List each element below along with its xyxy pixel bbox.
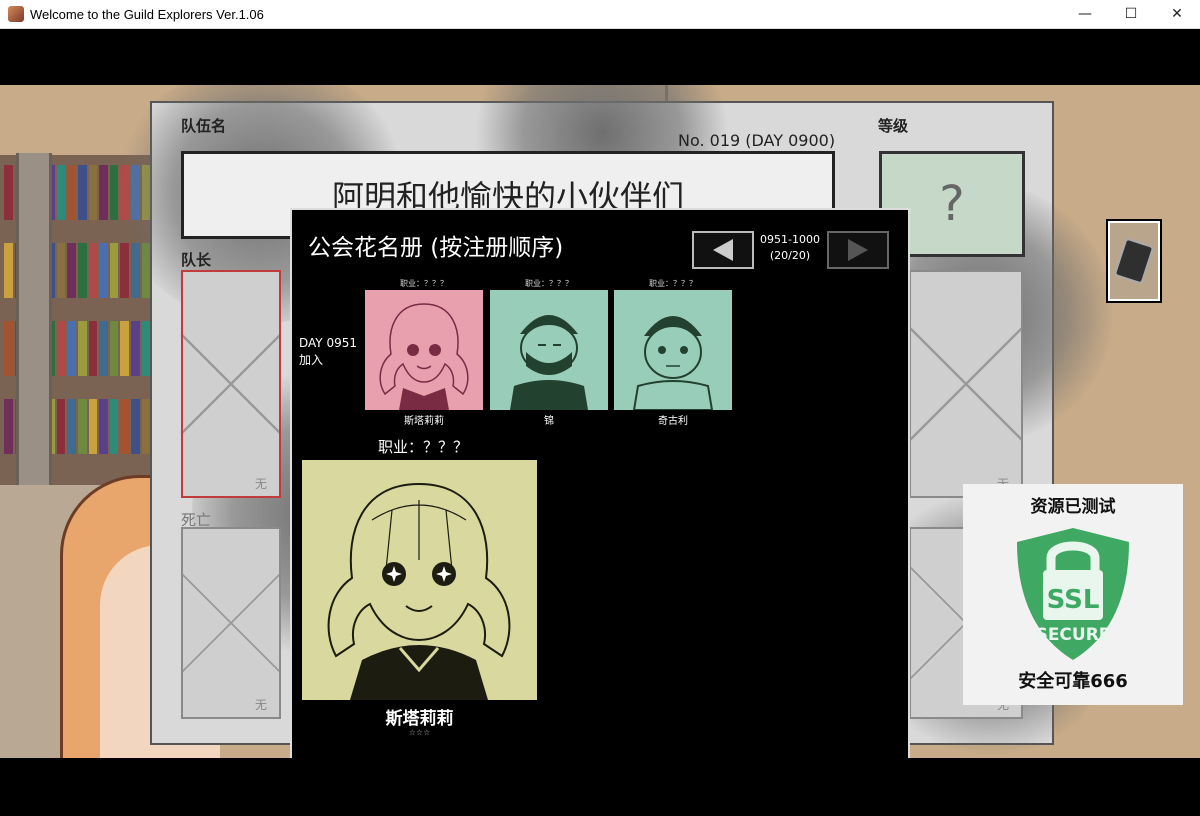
rank-label: 等级 — [878, 117, 909, 135]
member-thumb[interactable]: 职业：？？？ 锦 — [490, 279, 608, 427]
member-name: 斯塔莉莉 — [404, 416, 444, 427]
member-name: 锦 — [544, 416, 554, 427]
selected-member-stars: ☆☆☆ — [408, 728, 431, 736]
book — [130, 399, 140, 454]
empty-slot-cross — [183, 272, 279, 496]
book — [109, 399, 119, 454]
book — [56, 399, 66, 454]
secure-text: SECURE — [1036, 625, 1111, 645]
book — [78, 243, 87, 298]
empty-slot-cross — [183, 529, 279, 717]
pillar — [16, 153, 52, 493]
shield-lock-icon: SSL SECURE — [1017, 528, 1129, 660]
book — [120, 321, 129, 376]
maximize-button[interactable]: ☐ — [1108, 0, 1154, 28]
book — [88, 243, 98, 298]
empty-slot-text: 无 — [254, 698, 267, 712]
book — [56, 243, 66, 298]
arrow-right-icon — [848, 239, 868, 261]
book — [99, 399, 108, 454]
book — [4, 399, 13, 454]
book — [99, 321, 108, 376]
book — [78, 165, 87, 220]
window-titlebar: Welcome to the Guild Explorers Ver.1.06 … — [0, 0, 1200, 29]
member-portrait — [365, 290, 483, 410]
book — [130, 321, 140, 376]
book — [56, 321, 66, 376]
member-portrait — [614, 290, 732, 410]
join-day: DAY 0951 — [299, 336, 357, 350]
book — [67, 321, 77, 376]
book — [67, 165, 77, 220]
minimize-button[interactable]: — — [1062, 0, 1108, 28]
book — [88, 321, 98, 376]
roster-title: 公会花名册 (按注册顺序) — [308, 235, 564, 261]
book — [141, 321, 151, 376]
book — [141, 399, 151, 454]
book — [4, 243, 13, 298]
next-page-button[interactable] — [827, 231, 889, 269]
member-name: 奇古利 — [658, 416, 688, 427]
member-job: 职业：？？？ — [525, 279, 573, 288]
letterbox-top — [0, 29, 1200, 85]
badge-bottom-text: 安全可靠666 — [1018, 671, 1128, 692]
team-name-label: 队伍名 — [181, 117, 227, 135]
book — [56, 165, 66, 220]
member-job: 职业：？？？ — [649, 279, 697, 288]
range-count: (20/20) — [769, 249, 811, 262]
member-portrait — [490, 290, 608, 410]
rank-value: ? — [939, 176, 965, 232]
member-thumb[interactable]: 职业：？？？ 斯塔莉莉 — [365, 279, 483, 427]
member-thumb[interactable]: 职业：？？？ 奇古利 — [614, 279, 732, 427]
selected-member-portrait — [302, 460, 537, 700]
range-numbers: 0951-1000 — [760, 233, 820, 246]
window-controls: — ☐ ✕ — [1062, 0, 1200, 28]
empty-slot-cross — [911, 272, 1021, 496]
selected-member-job: 职业：？？？ — [378, 438, 469, 456]
guild-roster-panel: 公会花名册 (按注册顺序) 0951-1000 (20/20) DAY 0951… — [290, 208, 910, 772]
member-slot[interactable]: 无 — [909, 270, 1023, 498]
selected-member-name: 斯塔莉莉 — [385, 709, 454, 729]
close-button[interactable]: ✕ — [1154, 0, 1200, 28]
party-number: No. 019 (DAY 0900) — [678, 131, 836, 150]
book — [99, 165, 108, 220]
book — [99, 243, 108, 298]
window-title: Welcome to the Guild Explorers Ver.1.06 — [30, 6, 264, 22]
book — [4, 321, 13, 376]
book — [78, 399, 87, 454]
page-range: 0951-1000 (20/20) — [760, 232, 820, 264]
card-icon — [1113, 237, 1155, 285]
arrow-left-icon — [713, 239, 733, 261]
dead-slot[interactable]: 无 — [181, 527, 281, 719]
book — [109, 243, 119, 298]
letterbox-bottom — [0, 758, 1200, 816]
join-text: 加入 — [299, 353, 324, 367]
empty-slot-text: 无 — [254, 477, 267, 491]
ssl-secure-badge: 资源已测试 SSL SECURE 安全可靠666 — [963, 484, 1183, 705]
leader-slot[interactable]: 无 — [181, 270, 281, 498]
card-menu-button[interactable] — [1106, 219, 1162, 303]
member-job: 职业：？？？ — [400, 279, 448, 288]
book — [109, 321, 119, 376]
book — [120, 399, 129, 454]
book — [78, 321, 87, 376]
book — [88, 399, 98, 454]
book — [67, 399, 77, 454]
prev-page-button[interactable] — [692, 231, 754, 269]
app-icon — [8, 6, 24, 22]
book — [4, 165, 13, 220]
game-viewport: 队伍名 No. 019 (DAY 0900) 阿明和他愉快的小伙伴们 等级 ? … — [0, 29, 1200, 816]
leader-label: 队长 — [181, 251, 212, 269]
book — [67, 243, 77, 298]
ssl-text: SSL — [1047, 585, 1100, 615]
join-day-label: DAY 0951 加入 — [299, 335, 357, 369]
book — [88, 165, 98, 220]
badge-top-text: 资源已测试 — [1030, 497, 1116, 517]
